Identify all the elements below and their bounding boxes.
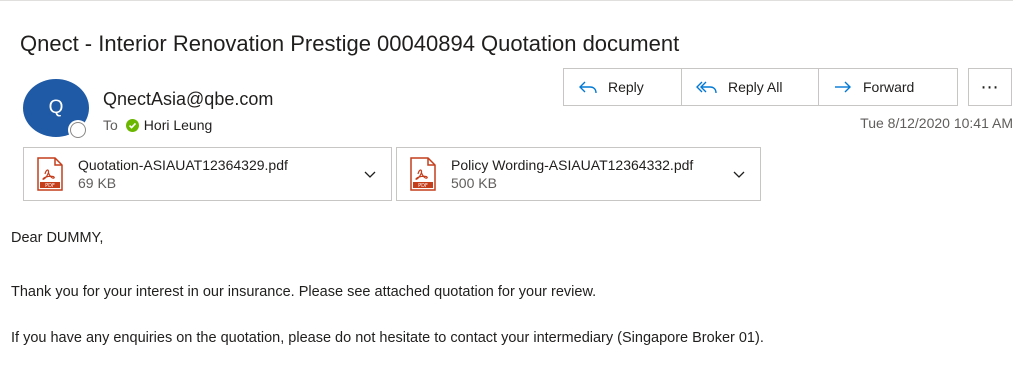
reply-label: Reply <box>608 79 644 95</box>
reply-all-button[interactable]: Reply All <box>682 69 819 105</box>
recipient-name[interactable]: Hori Leung <box>144 116 213 134</box>
recipients-line: To Hori Leung <box>103 116 212 134</box>
available-check-icon <box>125 118 139 132</box>
attachment-size: 500 KB <box>451 175 497 191</box>
attachment-info: Quotation-ASIAUAT12364329.pdf 69 KB <box>78 156 288 192</box>
attachment-name: Policy Wording-ASIAUAT12364332.pdf <box>451 157 694 173</box>
email-subject: Qnect - Interior Renovation Prestige 000… <box>20 31 680 56</box>
top-divider <box>0 0 1013 1</box>
reply-icon <box>579 81 597 94</box>
reply-all-icon <box>696 81 717 94</box>
attachment-info: Policy Wording-ASIAUAT12364332.pdf 500 K… <box>451 156 693 192</box>
attachment-card[interactable]: PDF Policy Wording-ASIAUAT12364332.pdf 5… <box>396 147 761 201</box>
presence-status-icon <box>70 122 86 138</box>
more-actions-button[interactable]: ⋯ <box>968 68 1012 106</box>
svg-text:PDF: PDF <box>418 183 428 189</box>
pdf-file-icon: PDF <box>37 157 63 191</box>
more-dots-icon: ⋯ <box>980 76 1000 97</box>
chevron-down-icon[interactable] <box>363 167 377 181</box>
pdf-file-icon: PDF <box>410 157 436 191</box>
attachment-size: 69 KB <box>78 175 117 191</box>
body-paragraph: Thank you for your interest in our insur… <box>11 284 597 300</box>
received-timestamp: Tue 8/12/2020 10:41 AM <box>860 115 1013 131</box>
forward-arrow-icon <box>835 81 851 93</box>
chevron-down-icon[interactable] <box>732 167 746 181</box>
attachment-card[interactable]: PDF Quotation-ASIAUAT12364329.pdf 69 KB <box>23 147 392 201</box>
body-greeting: Dear DUMMY, <box>11 230 104 246</box>
to-label: To <box>103 117 118 133</box>
attachment-name: Quotation-ASIAUAT12364329.pdf <box>78 157 288 173</box>
body-paragraph: If you have any enquiries on the quotati… <box>11 330 764 346</box>
email-reading-pane: Qnect - Interior Renovation Prestige 000… <box>0 0 1013 370</box>
reply-all-label: Reply All <box>728 79 783 95</box>
sender-address[interactable]: QnectAsia@qbe.com <box>103 88 273 110</box>
avatar-initial: Q <box>48 97 64 118</box>
forward-button[interactable]: Forward <box>819 69 957 105</box>
message-actions-toolbar: Reply Reply All Forward <box>563 68 958 106</box>
svg-text:PDF: PDF <box>45 183 55 189</box>
forward-label: Forward <box>863 79 915 95</box>
reply-button[interactable]: Reply <box>564 69 682 105</box>
